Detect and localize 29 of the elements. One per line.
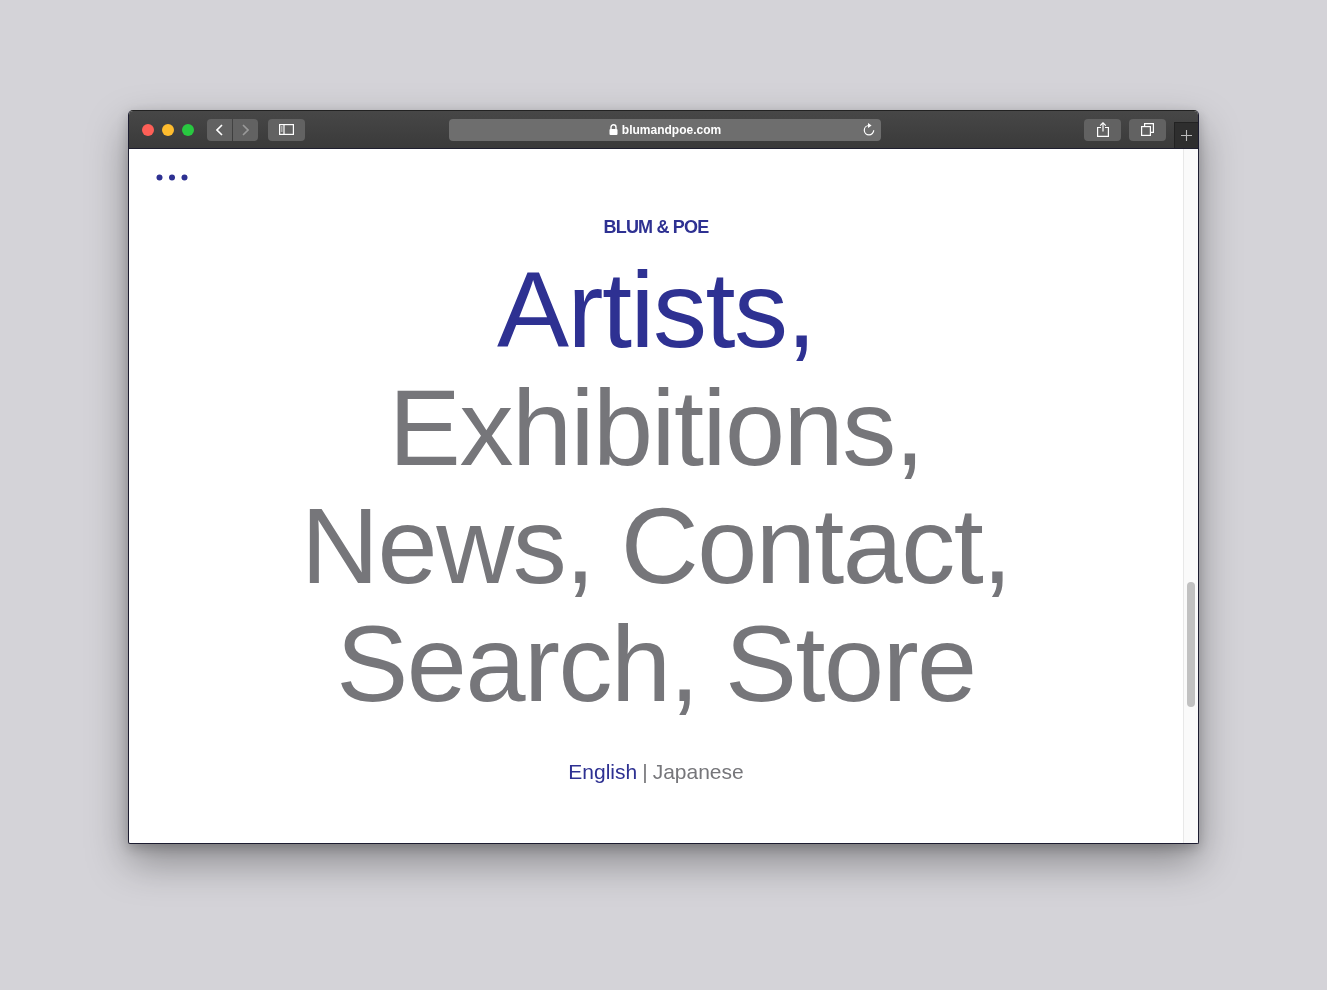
language-link[interactable]: English (568, 759, 638, 785)
brand-logo[interactable]: BLUM & POE (603, 217, 709, 237)
sidebar-button[interactable] (268, 118, 305, 141)
back-button[interactable] (207, 118, 232, 141)
share-button[interactable] (1084, 118, 1121, 141)
scrollbar-thumb[interactable] (1187, 582, 1195, 707)
address-field[interactable]: blumandpoe.com (449, 118, 881, 141)
plus-icon (1181, 130, 1192, 141)
language-link[interactable]: Japanese (652, 759, 744, 785)
separator-text: | (642, 759, 648, 785)
nav-link[interactable]: Search, (336, 605, 699, 723)
tabs-icon (1141, 123, 1154, 136)
nav-link[interactable]: News, (301, 487, 594, 605)
sidebar-icon (279, 124, 294, 135)
close-button[interactable] (142, 123, 154, 136)
chevron-right-icon (242, 123, 249, 136)
nav-link[interactable]: Store (725, 605, 976, 723)
chevron-left-icon (216, 123, 223, 136)
minimize-button[interactable] (162, 123, 174, 136)
zoom-button[interactable] (182, 123, 194, 136)
new-tab-button[interactable] (1174, 122, 1198, 148)
nav-link[interactable]: Contact, (620, 487, 1011, 605)
share-icon (1096, 122, 1109, 137)
more-icon[interactable] (156, 174, 188, 181)
tabs-button[interactable] (1129, 118, 1166, 141)
nav-link[interactable]: Artists, (497, 251, 815, 369)
reload-icon[interactable] (863, 122, 875, 136)
lock-icon (608, 124, 618, 135)
nav-link[interactable]: Exhibitions, (388, 369, 924, 487)
